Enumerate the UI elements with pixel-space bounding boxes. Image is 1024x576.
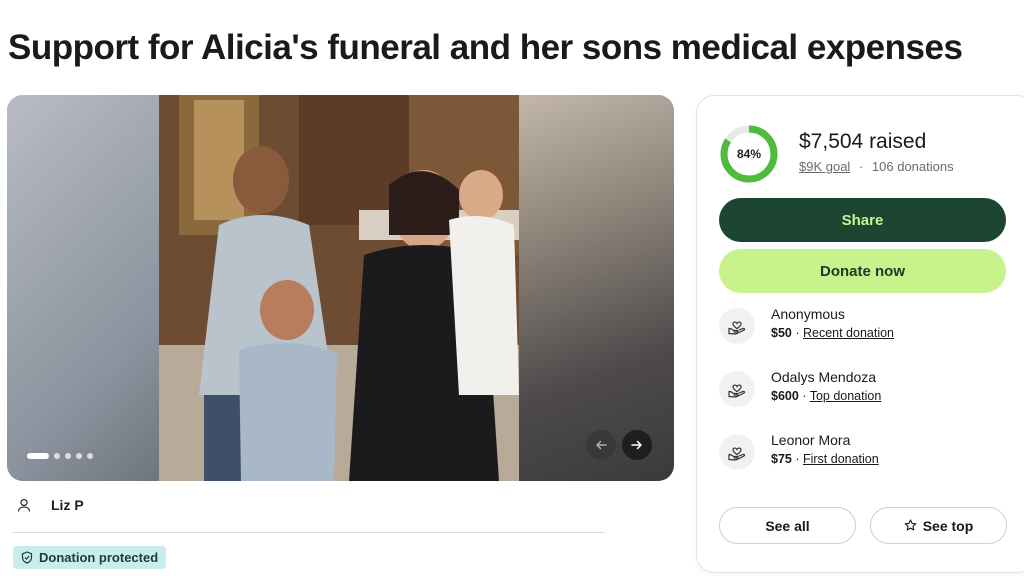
- arrow-right-icon: [631, 440, 643, 450]
- donate-now-button[interactable]: Donate now: [719, 249, 1006, 293]
- donation-separator: ·: [798, 389, 810, 403]
- gallery-next-button[interactable]: [622, 430, 652, 460]
- goal-separator: ·: [858, 159, 864, 174]
- donation-type-link[interactable]: First donation: [803, 452, 879, 466]
- donation-hand-heart-icon: [719, 371, 755, 407]
- donation-separator: ·: [791, 452, 803, 466]
- shield-icon: [21, 551, 33, 564]
- progress-ring: 84%: [719, 124, 779, 184]
- donation-count: 106 donations: [871, 159, 954, 174]
- progress-percent: 84%: [736, 147, 762, 161]
- see-top-label: See top: [922, 517, 974, 534]
- gallery-dot-4[interactable]: [76, 453, 82, 459]
- arrow-left-icon: [595, 440, 607, 450]
- organizer[interactable]: Liz P: [13, 494, 84, 516]
- gallery-blur-left: [7, 95, 159, 481]
- donation-type-link[interactable]: Recent donation: [803, 326, 894, 340]
- amount-raised: $7,504 raised: [799, 130, 927, 153]
- donation-hand-heart-icon: [719, 308, 755, 344]
- share-button[interactable]: Share: [719, 198, 1006, 242]
- gallery-dot-2[interactable]: [54, 453, 60, 459]
- star-icon: [904, 519, 917, 531]
- see-all-button[interactable]: See all: [719, 507, 856, 544]
- goal-line: $9K goal · 106 donations: [799, 159, 954, 174]
- donation-hand-heart-icon: [719, 434, 755, 470]
- donation-amount: $600: [771, 389, 799, 403]
- see-top-button[interactable]: See top: [870, 507, 1007, 544]
- gallery-dot-3[interactable]: [65, 453, 71, 459]
- gallery-blur-right: [519, 95, 674, 481]
- family-photo-illustration: [159, 95, 519, 481]
- gallery-prev-button[interactable]: [586, 430, 616, 460]
- user-icon: [13, 494, 35, 516]
- donation-item: Leonor Mora $75 · First donation: [719, 432, 879, 470]
- organizer-name[interactable]: Liz P: [51, 497, 84, 513]
- campaign-photo[interactable]: [159, 95, 519, 481]
- donor-name: Odalys Mendoza: [771, 369, 877, 385]
- gallery-dot-5[interactable]: [87, 453, 93, 459]
- donation-type-link[interactable]: Top donation: [810, 389, 882, 403]
- donation-item: Odalys Mendoza $600 · Top donation: [719, 369, 882, 407]
- donation-amount: $50: [771, 326, 792, 340]
- donation-separator: ·: [791, 326, 803, 340]
- donation-item: Anonymous $50 · Recent donation: [719, 306, 894, 344]
- donor-name: Anonymous: [771, 306, 845, 322]
- donation-card: 84% $7,504 raised $9K goal · 106 donatio…: [696, 95, 1024, 573]
- donor-name: Leonor Mora: [771, 432, 851, 448]
- donation-protected-badge[interactable]: Donation protected: [13, 546, 167, 569]
- divider: [13, 532, 605, 533]
- gallery-pagination[interactable]: [27, 453, 93, 459]
- donation-amount: $75: [771, 452, 792, 466]
- goal-link[interactable]: $9K goal: [799, 159, 850, 174]
- badge-label: Donation protected: [39, 550, 159, 565]
- gallery-dot-1[interactable]: [27, 453, 49, 459]
- photo-gallery[interactable]: [7, 95, 674, 481]
- campaign-title: Support for Alicia's funeral and her son…: [8, 28, 963, 67]
- see-all-label: See all: [765, 517, 810, 534]
